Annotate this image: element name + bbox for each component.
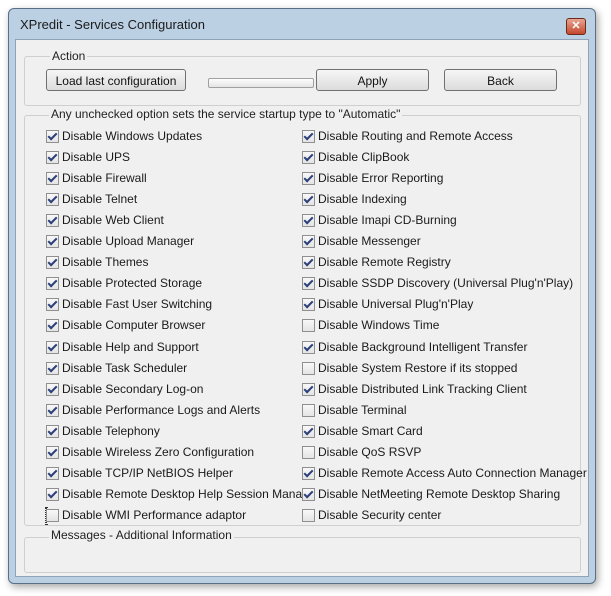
option-label: Disable SSDP Discovery (Universal Plug'n…	[318, 276, 574, 290]
checkbox[interactable]	[302, 151, 315, 164]
option-label: Disable Web Client	[62, 213, 164, 227]
option-label: Disable System Restore if its stopped	[318, 361, 518, 375]
checkbox[interactable]	[302, 277, 315, 290]
window-title: XPredit - Services Configuration	[20, 17, 205, 32]
option-label: Disable Telnet	[62, 192, 138, 206]
load-last-configuration-button[interactable]: Load last configuration	[46, 69, 186, 91]
checkbox[interactable]	[46, 193, 59, 206]
option-label: Disable Background Intelligent Transfer	[318, 340, 528, 354]
option-label: Disable UPS	[62, 150, 131, 164]
checkbox[interactable]	[46, 235, 59, 248]
option-label: Disable Error Reporting	[318, 171, 444, 185]
option-label: Disable Terminal	[318, 403, 407, 417]
option-label: Disable Performance Logs and Alerts	[62, 403, 261, 417]
checkbox[interactable]	[46, 277, 59, 290]
option-label: Disable Windows Updates	[62, 129, 203, 143]
option-label: Disable TCP/IP NetBIOS Helper	[62, 466, 233, 480]
checkbox[interactable]	[302, 467, 315, 480]
checkbox[interactable]	[302, 319, 315, 332]
option-label: Disable WMI Performance adaptor	[62, 508, 247, 522]
option-label: Disable QoS RSVP	[318, 445, 422, 459]
checkbox[interactable]	[46, 404, 59, 417]
option-label: Disable Routing and Remote Access	[318, 129, 513, 143]
option-label: Disable Task Scheduler	[62, 361, 188, 375]
checkbox[interactable]	[302, 214, 315, 227]
option-label: Disable Smart Card	[318, 424, 423, 438]
checkbox[interactable]	[46, 319, 59, 332]
checkbox[interactable]	[46, 130, 59, 143]
checkbox[interactable]	[302, 235, 315, 248]
checkbox[interactable]	[302, 362, 315, 375]
option-label: Disable Themes	[62, 255, 149, 269]
option-label: Disable Imapi CD-Burning	[318, 213, 457, 227]
option-label: Disable Upload Manager	[62, 234, 195, 248]
option-label: Disable Distributed Link Tracking Client	[318, 382, 527, 396]
checkbox[interactable]	[302, 404, 315, 417]
option-label: Disable Security center	[318, 508, 442, 522]
checkbox[interactable]	[46, 467, 59, 480]
checkbox[interactable]	[46, 214, 59, 227]
checkbox[interactable]	[302, 425, 315, 438]
option-label: Disable Telephony	[62, 424, 160, 438]
checkbox[interactable]	[46, 341, 59, 354]
client-area: Action Load last configuration Apply Bac…	[15, 39, 589, 577]
title-bar[interactable]: XPredit - Services Configuration ✕	[9, 9, 595, 39]
checkbox[interactable]	[46, 509, 59, 522]
checkbox[interactable]	[302, 256, 315, 269]
checkbox[interactable]	[46, 446, 59, 459]
option-label: Disable Indexing	[318, 192, 407, 206]
option-label: Disable Remote Registry	[318, 255, 451, 269]
option-label: Disable Computer Browser	[62, 318, 206, 332]
option-label: Disable Wireless Zero Configuration	[62, 445, 255, 459]
checkbox[interactable]	[46, 425, 59, 438]
option-label: Disable Remote Access Auto Connection Ma…	[318, 466, 587, 480]
option-label: Disable Firewall	[62, 171, 147, 185]
messages-group-label: Messages - Additional Information	[49, 528, 234, 542]
option-label: Disable NetMeeting Remote Desktop Sharin…	[318, 487, 561, 501]
progress-bar	[208, 78, 314, 88]
checkbox[interactable]	[302, 488, 315, 501]
app-window: XPredit - Services Configuration ✕ Actio…	[8, 8, 596, 584]
messages-group	[24, 537, 581, 573]
option-label: Disable Remote Desktop Help Session Mana…	[62, 487, 309, 501]
close-button[interactable]: ✕	[566, 18, 586, 35]
option-label: Disable ClipBook	[318, 150, 410, 164]
checkbox[interactable]	[302, 172, 315, 185]
close-icon: ✕	[571, 20, 581, 32]
option-label: Disable Secondary Log-on	[62, 382, 204, 396]
checkbox[interactable]	[46, 151, 59, 164]
option-label: Disable Windows Time	[318, 318, 440, 332]
option-label: Disable Universal Plug'n'Play	[318, 297, 474, 311]
back-button[interactable]: Back	[444, 69, 557, 91]
option-label: Disable Protected Storage	[62, 276, 203, 290]
checkbox[interactable]	[302, 130, 315, 143]
option-label: Disable Help and Support	[62, 340, 199, 354]
action-group-label: Action	[50, 49, 88, 63]
checkbox[interactable]	[46, 362, 59, 375]
option-label: Disable Fast User Switching	[62, 297, 213, 311]
checkbox[interactable]	[302, 193, 315, 206]
checkbox[interactable]	[46, 298, 59, 311]
checkbox[interactable]	[302, 446, 315, 459]
checkbox[interactable]	[46, 256, 59, 269]
checkbox[interactable]	[302, 341, 315, 354]
checkbox[interactable]	[46, 383, 59, 396]
apply-button[interactable]: Apply	[316, 69, 429, 91]
checkbox[interactable]	[302, 298, 315, 311]
option-label: Disable Messenger	[318, 234, 421, 248]
checkbox[interactable]	[302, 383, 315, 396]
checkbox[interactable]	[46, 172, 59, 185]
checkbox[interactable]	[302, 509, 315, 522]
checkbox[interactable]	[46, 488, 59, 501]
options-group-label: Any unchecked option sets the service st…	[49, 107, 403, 121]
